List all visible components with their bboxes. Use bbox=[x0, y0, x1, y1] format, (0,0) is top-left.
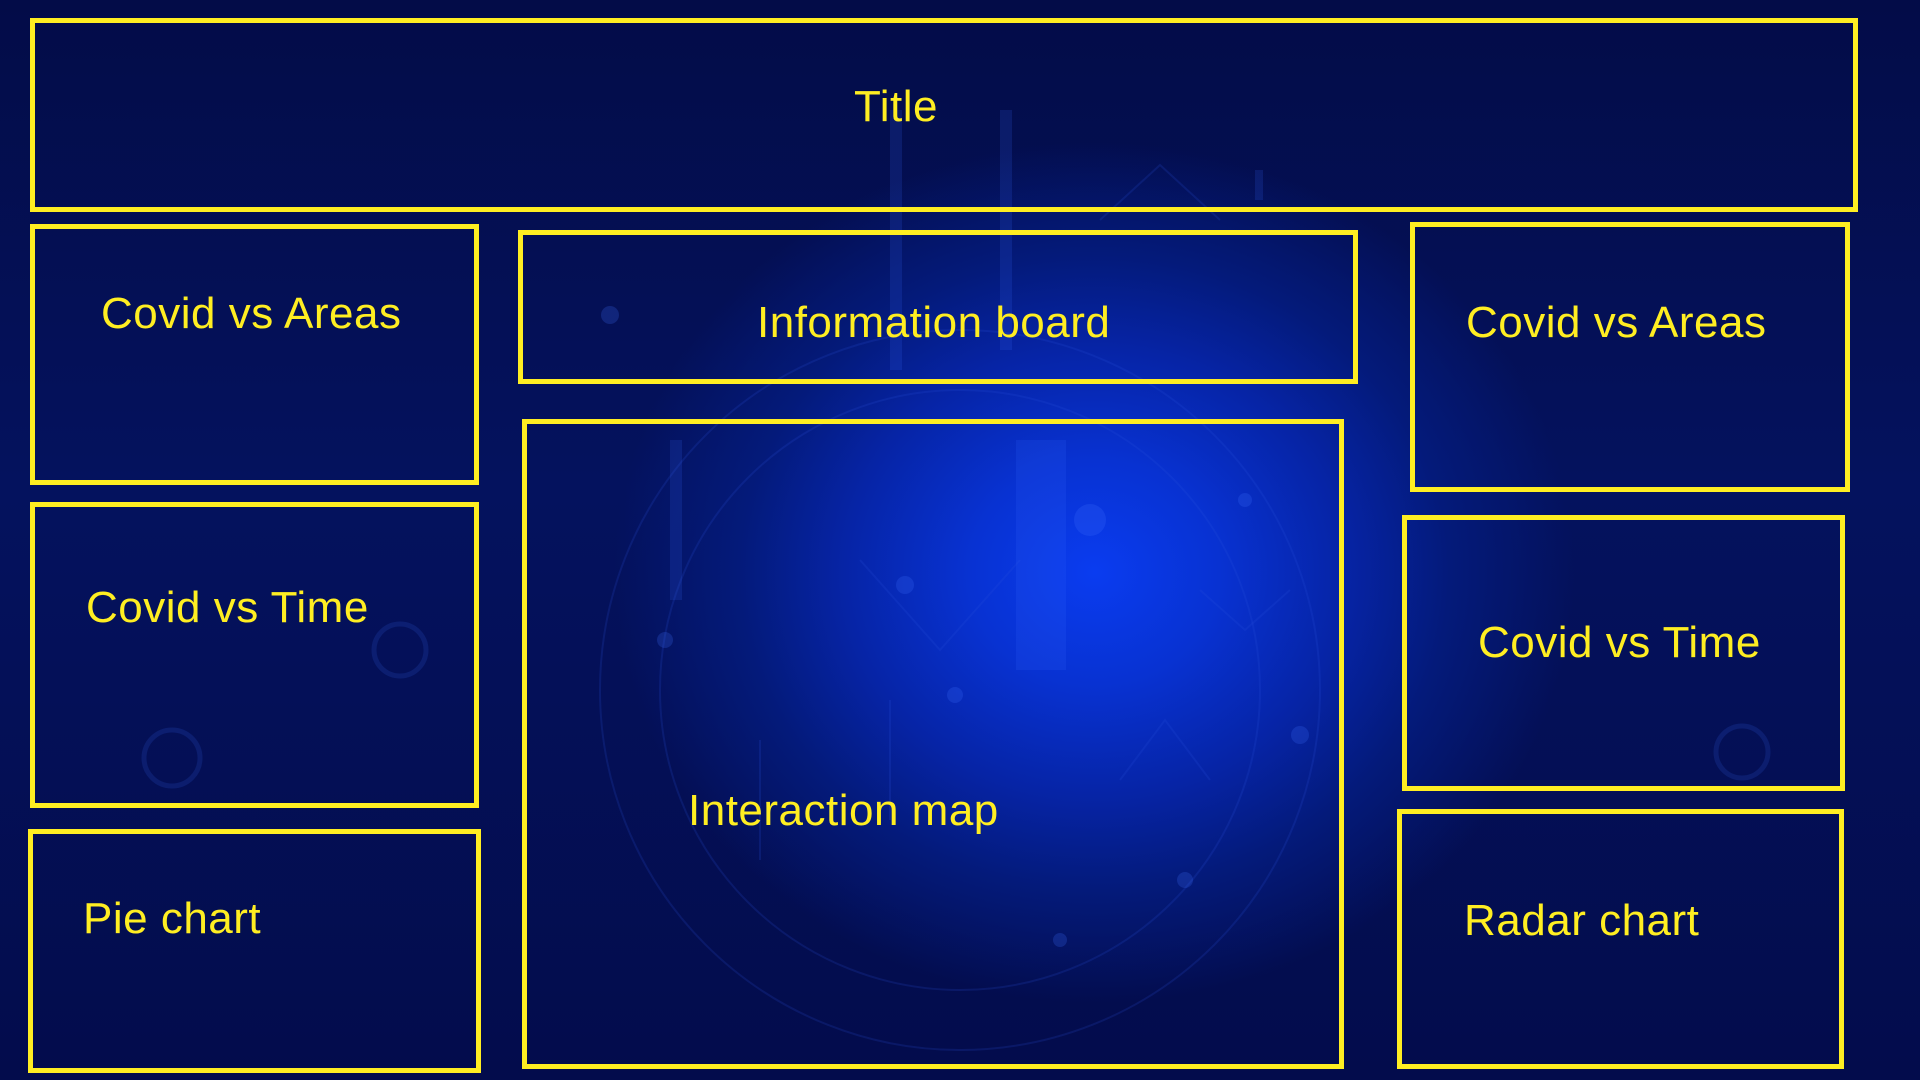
interaction-map-label: Interaction map bbox=[688, 786, 999, 835]
title-label: Title bbox=[854, 82, 938, 131]
right-areas-label: Covid vs Areas bbox=[1466, 298, 1767, 347]
left-time-label: Covid vs Time bbox=[86, 583, 369, 632]
pie-chart-label: Pie chart bbox=[83, 894, 262, 943]
radar-chart-label: Radar chart bbox=[1464, 896, 1700, 945]
title-panel: Title bbox=[30, 18, 1858, 212]
left-areas-panel: Covid vs Areas bbox=[30, 224, 479, 485]
pie-chart-panel: Pie chart bbox=[28, 829, 481, 1073]
right-time-panel: Covid vs Time bbox=[1402, 515, 1845, 791]
radar-chart-panel: Radar chart bbox=[1397, 809, 1844, 1069]
info-board-panel: Information board bbox=[518, 230, 1358, 384]
right-areas-panel: Covid vs Areas bbox=[1410, 222, 1850, 492]
left-areas-label: Covid vs Areas bbox=[101, 289, 402, 338]
info-board-label: Information board bbox=[757, 298, 1111, 347]
interaction-map-panel: Interaction map bbox=[522, 419, 1344, 1069]
left-time-panel: Covid vs Time bbox=[30, 502, 479, 808]
right-time-label: Covid vs Time bbox=[1478, 618, 1761, 667]
